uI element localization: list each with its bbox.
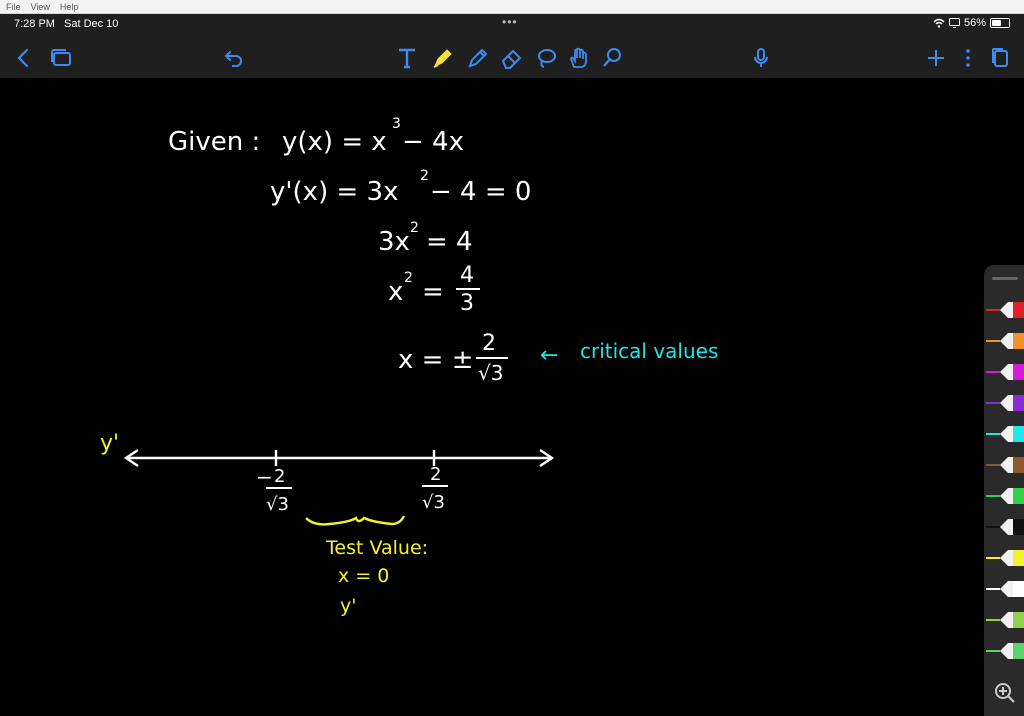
step-equals: = (422, 277, 444, 307)
highlighter-icon[interactable] (429, 44, 457, 72)
pen-swatch[interactable] (986, 487, 1024, 505)
pen-swatch[interactable] (986, 518, 1024, 536)
fraction-denominator-3: 3 (460, 291, 474, 316)
pen-swatch[interactable] (986, 580, 1024, 598)
pen-swatch[interactable] (986, 549, 1024, 567)
solution-x: x = ± (398, 345, 474, 375)
menu-help[interactable]: Help (60, 2, 79, 12)
back-icon[interactable] (10, 44, 38, 72)
function-tail: − 4x (402, 127, 464, 157)
test-value-label: Test Value: (325, 537, 428, 559)
exponent-2c: 2 (404, 270, 413, 286)
solution-denominator: √3 (478, 361, 503, 385)
toolbar: 7:28 PM Sat Dec 10 ••• 56% (0, 14, 1024, 78)
status-time: 7:28 PM (14, 18, 55, 30)
selection-icon[interactable] (598, 44, 626, 72)
annotation-arrow: ← (540, 343, 558, 368)
pen-swatch[interactable] (986, 425, 1024, 443)
test-y-derivative: y' (340, 595, 356, 617)
number-line-label: y' (100, 431, 119, 456)
fraction-numerator-4: 4 (460, 263, 474, 288)
handwriting-layer: Given : y(x) = x 3 − 4x y'(x) = 3x 2 − 4… (100, 116, 718, 617)
pages-icon[interactable] (986, 44, 1014, 72)
given-label: Given : (168, 127, 260, 157)
note-canvas[interactable]: Given : y(x) = x 3 − 4x y'(x) = 3x 2 − 4… (0, 78, 1024, 716)
lasso-icon[interactable] (532, 44, 560, 72)
exponent-2b: 2 (410, 220, 419, 236)
eraser-icon[interactable] (498, 44, 526, 72)
battery-percent: 56% (963, 17, 986, 29)
pen-icon[interactable] (464, 44, 492, 72)
exponent-2a: 2 (420, 168, 429, 184)
microphone-icon[interactable] (747, 44, 775, 72)
pen-swatch[interactable] (986, 642, 1024, 660)
tick-right-numerator: 2 (430, 464, 441, 485)
tick-right-denominator: √3 (422, 492, 445, 513)
interval-brace (305, 515, 406, 526)
more-icon[interactable] (954, 44, 982, 72)
pen-swatch[interactable] (986, 611, 1024, 629)
solution-numerator: 2 (482, 331, 496, 356)
function-definition: y(x) = x (282, 127, 387, 157)
menu-view[interactable]: View (31, 2, 50, 12)
tick-left-sign: − (256, 465, 273, 489)
pen-swatch[interactable] (986, 456, 1024, 474)
derivative-equation: y'(x) = 3x (270, 177, 398, 207)
menu-bar: File View Help (0, 0, 1024, 14)
battery-icon (990, 18, 1010, 28)
palette-grip[interactable] (992, 277, 1018, 280)
documents-icon[interactable] (47, 44, 75, 72)
pen-swatch[interactable] (986, 332, 1024, 350)
exponent-3: 3 (392, 116, 401, 132)
status-indicators: 56% (933, 17, 1010, 29)
derivative-tail: − 4 = 0 (430, 177, 531, 207)
screen-mirroring-icon (948, 18, 960, 28)
zoom-icon[interactable] (994, 682, 1016, 704)
undo-icon[interactable] (220, 44, 248, 72)
pen-swatch[interactable] (986, 301, 1024, 319)
step-equals-4: = 4 (426, 227, 473, 257)
hand-icon[interactable] (565, 44, 593, 72)
multitasking-dots[interactable]: ••• (502, 15, 518, 29)
critical-values-annotation: critical values (580, 339, 718, 363)
step-3x2: 3x (378, 227, 410, 257)
pen-swatch[interactable] (986, 363, 1024, 381)
color-palette (984, 265, 1024, 716)
battery-fill (992, 20, 1001, 26)
pen-swatch[interactable] (986, 394, 1024, 412)
tick-left-numerator: 2 (274, 466, 285, 487)
status-date: Sat Dec 10 (64, 18, 119, 30)
test-x-value: x = 0 (338, 565, 389, 587)
tick-left-denominator: √3 (266, 494, 289, 515)
add-icon[interactable] (922, 44, 950, 72)
menu-file[interactable]: File (6, 2, 21, 12)
wifi-icon (933, 18, 945, 28)
text-tool-icon[interactable] (393, 44, 421, 72)
step-x2: x (388, 277, 403, 307)
